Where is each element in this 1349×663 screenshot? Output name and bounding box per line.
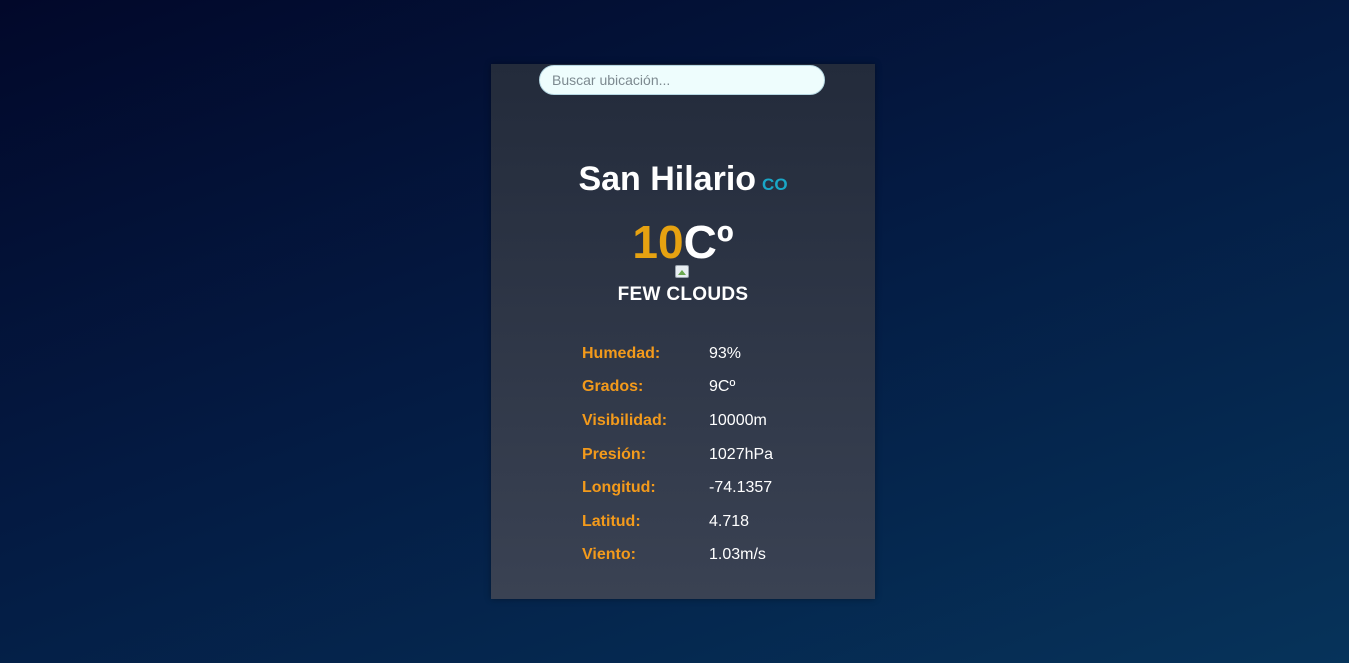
detail-row-visibility: Visibilidad: 10000m — [582, 404, 812, 438]
detail-label: Grados: — [582, 378, 644, 396]
broken-image-icon — [675, 265, 689, 278]
detail-value: 1027hPa — [709, 445, 774, 463]
temperature-unit: Cº — [683, 216, 734, 268]
detail-row-latitude: Latitud: 4.718 — [582, 505, 812, 539]
detail-row-degrees: Grados: 9Cº — [582, 371, 812, 405]
detail-value: 1.03m/s — [709, 546, 766, 564]
temperature-value: 10 — [632, 216, 684, 268]
detail-label: Viento: — [582, 546, 636, 564]
detail-label: Latitud: — [582, 512, 641, 530]
weather-details-list: Humedad: 93% Grados: 9Cº Visibilidad: 10… — [582, 337, 812, 572]
detail-label: Humedad: — [582, 344, 661, 362]
detail-row-wind: Viento: 1.03m/s — [582, 539, 812, 573]
detail-row-humidity: Humedad: 93% — [582, 337, 812, 371]
weather-card: San Hilario CO 10Cº FEW CLOUDS Humedad: 9… — [491, 64, 875, 599]
city-name: San Hilario — [578, 160, 757, 198]
location-header: San Hilario CO — [491, 160, 875, 199]
detail-value: 4.718 — [709, 512, 750, 530]
detail-label: Longitud: — [582, 479, 656, 497]
detail-value: -74.1357 — [709, 479, 773, 497]
search-input[interactable] — [539, 65, 825, 95]
detail-value: 9Cº — [709, 378, 736, 396]
detail-label: Visibilidad: — [582, 411, 668, 429]
page-background: { "search": { "placeholder": "Buscar ubi… — [0, 0, 1349, 663]
detail-label: Presión: — [582, 445, 647, 463]
detail-value: 10000m — [709, 411, 767, 429]
detail-value: 93% — [709, 344, 742, 362]
detail-row-longitude: Longitud: -74.1357 — [582, 471, 812, 505]
temperature-display: 10Cº — [491, 214, 875, 270]
detail-row-pressure: Presión: 1027hPa — [582, 438, 812, 472]
country-code: CO — [762, 175, 788, 194]
weather-description: FEW CLOUDS — [617, 284, 749, 305]
